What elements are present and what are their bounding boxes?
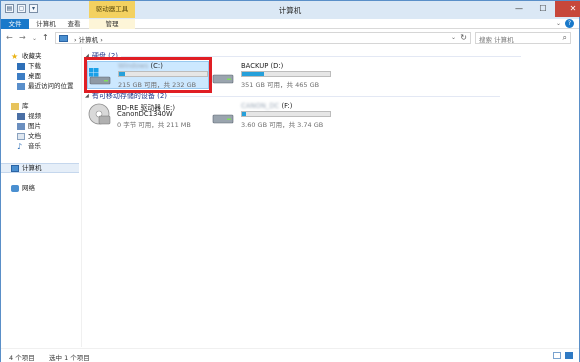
group-divider: [170, 95, 500, 97]
minimize-button[interactable]: —: [507, 1, 531, 17]
title-bar: ▤ ▢ ▾ 驱动器工具 计算机 — ☐ ✕: [1, 1, 580, 19]
nav-documents[interactable]: 文档: [17, 131, 41, 141]
nav-videos[interactable]: 视频: [17, 111, 41, 121]
nav-desktop[interactable]: 桌面: [17, 71, 41, 81]
nav-recent-places[interactable]: 最近访问的位置: [17, 81, 74, 91]
recent-locations-icon[interactable]: ⌄: [32, 35, 37, 42]
drive-f-label: CANON_DC: [241, 102, 280, 110]
details-view-icon[interactable]: [553, 352, 561, 359]
explorer-window: ▤ ▢ ▾ 驱动器工具 计算机 — ☐ ✕ 文件 计算机 查看 管理 ⌄ ? ←…: [0, 0, 580, 362]
tab-view[interactable]: 查看: [63, 19, 85, 29]
tab-file[interactable]: 文件: [1, 19, 29, 29]
help-icon[interactable]: ?: [565, 19, 574, 28]
collapse-chevron-icon[interactable]: ◢: [85, 93, 89, 99]
desktop-icon: [17, 72, 25, 80]
pane-splitter[interactable]: [81, 47, 82, 347]
drive-f-info: 3.60 GB 可用，共 3.74 GB: [241, 121, 324, 129]
hard-drive-icon: [212, 74, 234, 84]
contextual-tab-group-label: 驱动器工具: [89, 1, 135, 18]
refresh-icon[interactable]: ↻: [460, 33, 467, 42]
nav-downloads[interactable]: 下载: [17, 61, 41, 71]
nav-libraries[interactable]: 库: [11, 101, 29, 111]
breadcrumb[interactable]: › 计算机 ›: [74, 34, 103, 44]
video-icon: [17, 112, 25, 120]
library-icon: [11, 102, 19, 110]
tiles-view-icon[interactable]: [565, 352, 573, 359]
address-row: ← → ⌄ ↑ › 计算机 › ⌄ ↻ 搜索 计算机 ⌕: [1, 30, 579, 46]
documents-icon: [17, 132, 25, 140]
ribbon: 文件 计算机 查看 管理 ⌄ ?: [1, 19, 579, 29]
quick-access-toolbar: ▤ ▢ ▾: [5, 4, 38, 13]
drive-d-name: BACKUP (D:): [241, 62, 284, 70]
pictures-icon: [17, 122, 25, 130]
window-controls: — ☐ ✕: [507, 1, 580, 17]
close-button[interactable]: ✕: [555, 1, 580, 17]
back-arrow-icon[interactable]: ←: [6, 33, 13, 42]
tab-computer[interactable]: 计算机: [33, 19, 59, 29]
status-bar: 4 个项目 选中 1 个项目: [1, 348, 579, 362]
forward-arrow-icon[interactable]: →: [19, 33, 26, 42]
star-icon: ★: [11, 51, 19, 61]
expand-ribbon-icon[interactable]: ⌄: [556, 20, 561, 27]
drive-f-capacity-bar: [241, 111, 331, 117]
drive-d[interactable]: BACKUP (D:) 351 GB 可用，共 465 GB: [211, 62, 341, 90]
drive-d-capacity-bar: [241, 71, 331, 77]
window-title: 计算机: [278, 6, 302, 15]
tab-manage[interactable]: 管理: [89, 19, 135, 29]
music-icon: ♪: [17, 141, 23, 151]
computer-icon: [11, 164, 19, 172]
drive-f-letter: (F:): [281, 102, 293, 110]
nav-computer[interactable]: 计算机: [1, 163, 79, 173]
network-icon: [11, 184, 19, 192]
address-bar[interactable]: › 计算机 › ⌄ ↻: [55, 32, 471, 44]
annotation-highlight-box: [84, 57, 212, 93]
nav-music[interactable]: ♪ 音乐: [17, 141, 41, 151]
item-count: 4 个项目: [9, 354, 35, 362]
drive-e[interactable]: BD-RE 驱动器 (E:) CanonDC1340W 0 字节 可用，共 21…: [87, 102, 209, 130]
search-input[interactable]: 搜索 计算机: [479, 34, 514, 44]
drive-e-volume: CanonDC1340W: [117, 110, 173, 118]
up-arrow-icon[interactable]: ↑: [42, 33, 49, 42]
new-folder-icon[interactable]: ▢: [17, 4, 26, 13]
recent-places-icon: [17, 82, 25, 90]
selected-count: 选中 1 个项目: [49, 354, 90, 362]
removable-drive-icon: [212, 114, 234, 124]
maximize-button[interactable]: ☐: [531, 1, 555, 17]
properties-icon[interactable]: ▤: [5, 4, 14, 13]
download-folder-icon: [17, 62, 25, 70]
address-dropdown-icon[interactable]: ⌄: [451, 34, 456, 41]
search-icon[interactable]: ⌕: [563, 33, 567, 43]
drive-d-info: 351 GB 可用，共 465 GB: [241, 81, 320, 89]
search-box[interactable]: 搜索 计算机 ⌕: [475, 32, 571, 44]
computer-icon: [59, 35, 68, 42]
nav-pictures[interactable]: 图片: [17, 121, 41, 131]
nav-network[interactable]: 网络: [11, 183, 35, 193]
optical-disc-icon: [88, 103, 111, 125]
drive-e-info: 0 字节 可用，共 211 MB: [117, 121, 191, 129]
customize-toolbar-icon[interactable]: ▾: [29, 4, 38, 13]
navigation-pane: ★ 收藏夹 下载 桌面 最近访问的位置 库 视频 图片 文档 ♪ 音乐 计算机 …: [1, 47, 81, 347]
drive-f[interactable]: CANON_DC (F:) 3.60 GB 可用，共 3.74 GB: [211, 102, 341, 130]
nav-favorites[interactable]: ★ 收藏夹: [11, 51, 42, 61]
